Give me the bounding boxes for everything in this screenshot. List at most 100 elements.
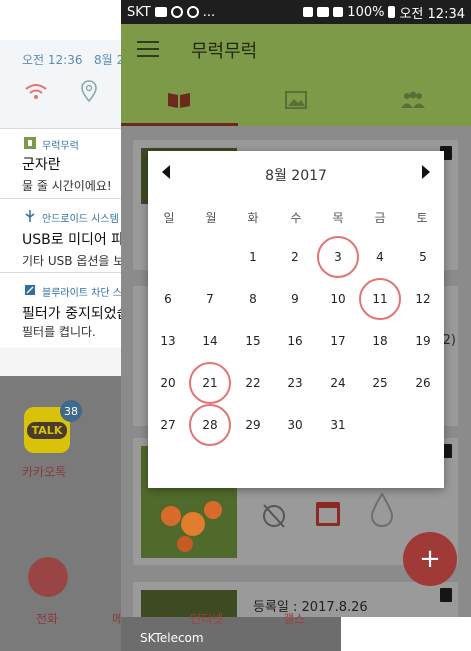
calendar-day-20[interactable]: 20: [147, 362, 189, 404]
wifi-icon[interactable]: [24, 82, 48, 100]
notification-app-name: 무럭무럭: [42, 141, 79, 152]
battery-icon: [388, 6, 396, 18]
calendar-day-14[interactable]: 14: [189, 320, 231, 362]
calendar-day-18[interactable]: 18: [359, 320, 401, 362]
calendar-day-22[interactable]: 22: [232, 362, 274, 404]
status-time: 오전 12:34: [399, 6, 465, 22]
book-icon: [168, 93, 191, 108]
calendar-day-13[interactable]: 13: [147, 320, 189, 362]
location-icon[interactable]: [80, 80, 98, 102]
dock-label-phone: 전화: [36, 612, 59, 626]
notification-body: 필터를 켭니다.: [22, 325, 96, 339]
bluelight-filter-icon: [25, 285, 35, 295]
wifi-status-icon: [317, 7, 330, 17]
calendar-day-10[interactable]: 10: [317, 278, 359, 320]
calendar-dialog: 8월 2017 일 월 화 수 목 금 토 1 2 3 4 5 6 7 8 9 10 11 12 13 1…: [148, 151, 444, 488]
calendar-day-26[interactable]: 26: [402, 362, 444, 404]
mute-icon: [303, 7, 314, 17]
calendar-day-23[interactable]: 23: [274, 362, 316, 404]
panel-time: 오전 12:36: [22, 53, 83, 67]
calendar-day-21[interactable]: 21: [189, 362, 231, 404]
calendar-day-1[interactable]: 1: [232, 236, 274, 278]
calendar-day-25[interactable]: 25: [359, 362, 401, 404]
usb-icon: [25, 210, 35, 222]
tab-diary[interactable]: [121, 74, 238, 126]
kakaotalk-icon-text: TALK: [26, 421, 68, 439]
notification-body: 기타 USB 옵션을 보: [22, 254, 121, 268]
calendar-day-12[interactable]: 12: [402, 278, 444, 320]
calendar-day-24[interactable]: 24: [317, 362, 359, 404]
calendar-day-7[interactable]: 7: [189, 278, 231, 320]
calendar-month-title: 8월 2017: [265, 168, 327, 184]
calendar-day-5[interactable]: 5: [402, 236, 444, 278]
notification-item[interactable]: 무럭무럭 군자란 물 줄 시간이에요!: [0, 128, 121, 199]
weekday-sat: 토: [416, 211, 428, 225]
calendar-day-30[interactable]: 30: [274, 404, 316, 446]
notification-app-name: 블루라이트 차단 스: [42, 288, 121, 299]
calendar-day-15[interactable]: 15: [232, 320, 274, 362]
next-month-button[interactable]: [422, 165, 430, 179]
app-toolbar: 무럭무럭: [121, 24, 471, 74]
image-notification-icon: [154, 7, 167, 17]
add-plant-button[interactable]: +: [403, 532, 457, 586]
plant-app-icon: [24, 137, 36, 149]
water-drop-icon[interactable]: [370, 492, 394, 528]
calendar-day-16[interactable]: 16: [274, 320, 316, 362]
notification-app-name: 안드로이드 시스템: [42, 214, 119, 225]
calendar-icon[interactable]: [315, 498, 341, 528]
calendar-day-28[interactable]: 28: [189, 404, 231, 446]
calendar-day-17[interactable]: 17: [317, 320, 359, 362]
notification-header: [0, 0, 121, 40]
weekday-fri: 금: [374, 211, 386, 225]
notification-item[interactable]: 안드로이드 시스템 USB로 미디어 파 기타 USB 옵션을 보: [0, 198, 121, 273]
carrier-label: SKTelecom: [140, 631, 204, 645]
phone-icon[interactable]: [28, 557, 68, 597]
tab-gallery[interactable]: [238, 74, 355, 126]
kakaotalk-label: 카카오톡: [22, 465, 67, 479]
image-icon: [285, 91, 307, 109]
calendar-day-3[interactable]: 3: [317, 236, 359, 278]
weekday-header: 일 월 화 수 목 금 토: [148, 209, 444, 225]
status-bar: SKT ... 100% 오전 12:34: [121, 0, 471, 24]
people-icon: [400, 91, 425, 108]
messenger-notification-icon: [170, 6, 183, 18]
registration-date: 등록일 : 2017.8.26: [253, 600, 368, 615]
weekday-thu: 목: [332, 211, 344, 225]
dock-label-messages: 메시지: [112, 612, 121, 626]
panel-date: 8월 2: [94, 53, 121, 67]
calendar-day-6[interactable]: 6: [147, 278, 189, 320]
alarm-off-icon[interactable]: [261, 502, 287, 528]
notification-panel: 오전 12:36 8월 2 무럭무럭 군자란 물 줄 시간이에요! 안드로이드 …: [0, 0, 121, 651]
dock-label-internet: 인터넷: [190, 612, 224, 626]
notification-title: 필터가 중지되었습: [22, 306, 121, 322]
bottom-strip: [341, 617, 471, 651]
app-title: 무럭무럭: [191, 41, 258, 62]
notification-title: USB로 미디어 파: [22, 232, 121, 248]
card-side-text: 2): [442, 333, 456, 348]
calendar-day-11[interactable]: 11: [359, 278, 401, 320]
app-tabs: [121, 74, 471, 126]
notification-title: 군자란: [22, 157, 61, 173]
dock-label-gallery: 갤스: [283, 612, 306, 626]
calendar-day-4[interactable]: 4: [359, 236, 401, 278]
battery-percent: 100%: [347, 4, 385, 20]
notification-item[interactable]: 블루라이트 차단 스 필터가 중지되었습 필터를 켭니다.: [0, 272, 121, 347]
status-more: ...: [202, 4, 216, 20]
calendar-day-8[interactable]: 8: [232, 278, 274, 320]
calendar-day-31[interactable]: 31: [317, 404, 359, 446]
weekday-wed: 수: [290, 211, 302, 225]
weekday-mon: 월: [205, 211, 217, 225]
notification-body: 물 줄 시간이에요!: [22, 179, 112, 193]
calendar-day-29[interactable]: 29: [232, 404, 274, 446]
weekday-tue: 화: [247, 211, 259, 225]
menu-icon[interactable]: [137, 41, 159, 62]
tab-people[interactable]: [354, 74, 471, 126]
calendar-day-2[interactable]: 2: [274, 236, 316, 278]
delete-icon[interactable]: [440, 588, 452, 602]
calendar-day-27[interactable]: 27: [147, 404, 189, 446]
status-carrier: SKT: [127, 4, 151, 20]
calendar-day-19[interactable]: 19: [402, 320, 444, 362]
kakaotalk-badge: 38: [60, 400, 82, 422]
calendar-day-9[interactable]: 9: [274, 278, 316, 320]
weekday-sun: 일: [163, 211, 175, 225]
